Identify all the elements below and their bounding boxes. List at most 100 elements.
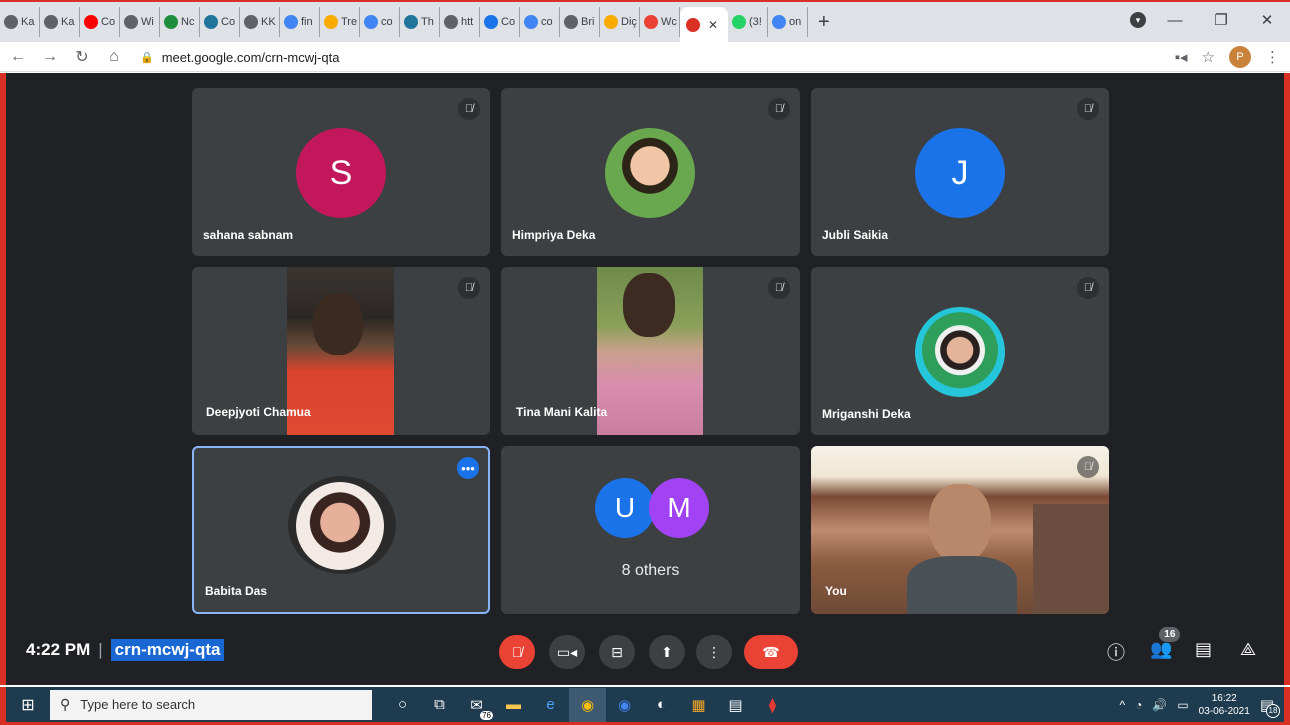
participant-name: Himpriya Deka [512, 228, 596, 242]
home-icon[interactable]: ⌂ [100, 48, 128, 66]
taskbar-search-box[interactable]: ⚲ Type here to search [50, 689, 372, 720]
close-tab-icon[interactable]: ✕ [708, 18, 718, 32]
battery-icon[interactable]: ▭ [1177, 698, 1188, 712]
browser-tab[interactable]: Co [80, 7, 120, 37]
file-explorer-icon[interactable]: ▬ [495, 688, 532, 722]
cortana-icon[interactable]: ○ [384, 688, 421, 722]
back-icon[interactable]: ← [4, 48, 32, 66]
participant-tile[interactable]: Tina Mani Kalita 🎙̸ [501, 267, 800, 435]
people-icon[interactable]: 👥 16 [1150, 627, 1181, 660]
browser-tab[interactable]: Bri [560, 7, 600, 37]
chat-icon[interactable]: ▤ [1195, 639, 1212, 660]
captions-icon: ⊟ [611, 643, 623, 660]
volume-icon[interactable]: 🔊 [1152, 698, 1167, 712]
browser-tab[interactable]: Diç [600, 7, 640, 37]
chrome-profile-icon[interactable]: ◉ [606, 688, 643, 722]
browser-tab[interactable]: Nc [160, 7, 200, 37]
others-tile[interactable]: U M 8 others [501, 446, 800, 614]
browser-tab[interactable]: co [520, 7, 560, 37]
clock[interactable]: 16:22 03-06-2021 [1199, 692, 1250, 718]
tab-label: KK [261, 16, 276, 28]
participant-tile[interactable]: J Jubli Saikia 🎙̸ [811, 88, 1109, 256]
participant-tile[interactable]: Himpriya Deka 🎙̸ [501, 88, 800, 256]
tab-label: Bri [581, 16, 595, 28]
globe-icon [564, 15, 578, 29]
app-icon[interactable]: ◐ [643, 688, 680, 722]
browser-tab[interactable]: KK [240, 7, 280, 37]
new-tab-icon[interactable]: + [818, 11, 830, 34]
mic-off-icon: 🎙̸ [458, 277, 480, 299]
wordpress-icon [204, 15, 218, 29]
notifications-icon[interactable]: ▤ 18 [1260, 696, 1280, 718]
minimize-icon[interactable]: — [1152, 12, 1198, 29]
edge-icon[interactable]: e [532, 688, 569, 722]
self-view-tile[interactable]: You 🎙̸ [811, 446, 1109, 614]
captions-button[interactable]: ⊟ [599, 635, 635, 669]
more-vert-icon: ⋮ [707, 643, 721, 660]
browser-tab[interactable]: Ka [0, 7, 40, 37]
browser-tab[interactable]: on [768, 7, 808, 37]
notes-icon[interactable]: ▤ [717, 688, 754, 722]
participant-avatar: J [915, 128, 1005, 218]
meeting-info-icon[interactable]: ⓘ [1107, 639, 1125, 665]
participant-name: Babita Das [205, 584, 268, 598]
mail-icon[interactable]: ✉ 76 [458, 688, 495, 722]
participant-tile[interactable]: S sahana sabnam 🎙̸ [192, 88, 490, 256]
tab-search-icon[interactable]: ▾ [1130, 12, 1146, 28]
present-button[interactable]: ⬆ [649, 635, 685, 669]
tab-label: Diç [621, 16, 637, 28]
mic-toggle-button[interactable]: 🎙̸ [499, 635, 535, 669]
activities-icon[interactable]: ⟁ [1240, 639, 1256, 660]
meeting-code[interactable]: crn-mcwj-qta [110, 639, 225, 661]
camera-toggle-button[interactable]: ▭◂ [549, 635, 585, 669]
browser-tab[interactable]: Tre [320, 7, 360, 37]
google-icon [772, 15, 786, 29]
pdf-reader-icon[interactable]: ⧫ [754, 688, 791, 722]
tab-label: Wi [141, 16, 154, 28]
browser-tab[interactable]: Ka [40, 7, 80, 37]
network-icon[interactable]: ◔ [1135, 698, 1142, 712]
task-view-icon[interactable]: ⧉ [421, 688, 458, 722]
browser-tab[interactable]: Wi [120, 7, 160, 37]
close-window-icon[interactable]: ✕ [1244, 11, 1290, 29]
participant-avatar: S [296, 128, 386, 218]
tab-label: Co [221, 16, 236, 28]
browser-tab[interactable]: Th [400, 7, 440, 37]
participant-tile[interactable]: Deepjyoti Chamua 🎙̸ [192, 267, 490, 435]
participant-name: Mriganshi Deka [822, 407, 911, 421]
leave-call-button[interactable]: ☎ [744, 635, 798, 669]
show-hidden-icons-icon[interactable]: ^ [1119, 698, 1125, 712]
browser-tab[interactable]: Co [480, 7, 520, 37]
globe-icon [44, 15, 58, 29]
browser-tab[interactable]: Wc [640, 7, 680, 37]
windows-start-icon[interactable]: ⊞ [6, 695, 50, 715]
browser-tab[interactable]: (3! [728, 7, 768, 37]
window-controls: — ❐ ✕ [1152, 0, 1290, 40]
camera-in-use-icon[interactable]: ▪◂ [1175, 48, 1188, 66]
tab-label: fin [301, 16, 313, 28]
address-bar[interactable]: 🔒 meet.google.com/crn-mcwj-qta [140, 45, 1185, 69]
people-count-badge: 16 [1159, 627, 1181, 642]
more-options-button[interactable]: ⋮ [696, 635, 732, 669]
wordpress-icon [404, 15, 418, 29]
more-options-icon[interactable]: ••• [457, 457, 479, 479]
lock-icon[interactable]: 🔒 [140, 51, 154, 64]
participant-name: Tina Mani Kalita [516, 405, 608, 419]
browser-tab[interactable]: co [360, 7, 400, 37]
participant-tile[interactable]: Mriganshi Deka 🎙̸ [811, 267, 1109, 435]
restore-icon[interactable]: ❐ [1198, 11, 1244, 29]
reload-icon[interactable]: ↻ [68, 47, 96, 67]
chrome-icon[interactable]: ◉ [569, 687, 606, 722]
browser-tab[interactable]: fin [280, 7, 320, 37]
forward-icon[interactable]: → [36, 48, 64, 66]
bookmark-star-icon[interactable]: ☆ [1202, 48, 1215, 66]
browser-tab[interactable]: htt [440, 7, 480, 37]
paint-icon[interactable]: ▦ [680, 688, 717, 722]
tab-label: Th [421, 16, 434, 28]
profile-avatar[interactable]: P [1229, 46, 1251, 68]
browser-menu-icon[interactable]: ⋮ [1265, 48, 1280, 66]
separator: | [98, 640, 103, 659]
participant-tile-pinned[interactable]: Babita Das ••• [192, 446, 490, 614]
browser-tab[interactable]: ✕ [680, 7, 728, 43]
browser-tab[interactable]: Co [200, 7, 240, 37]
